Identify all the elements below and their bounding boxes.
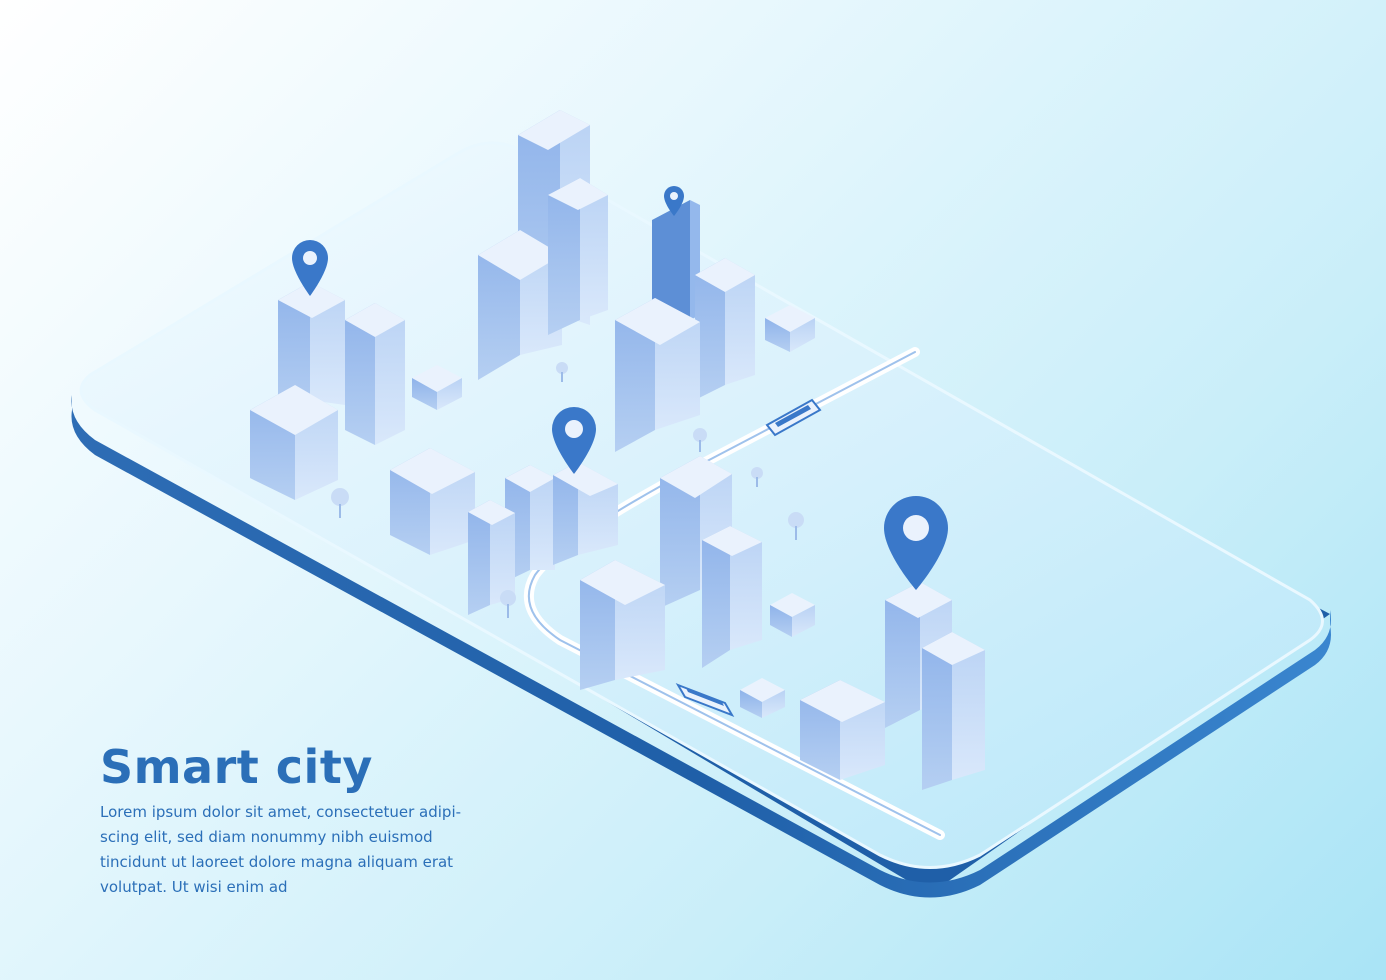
- body-line-3: tincidunt ut laoreet dolore magna aliqua…: [100, 853, 454, 871]
- body-text: Lorem ipsum dolor sit amet, consectetuer…: [100, 800, 520, 900]
- body-line-4: volutpat. Ut wisi enim ad: [100, 878, 288, 896]
- body-line-1: Lorem ipsum dolor sit amet, consectetuer…: [100, 803, 462, 821]
- body-line-2: scing elit, sed diam nonummy nibh euismo…: [100, 828, 433, 846]
- text-block: Smart city Lorem ipsum dolor sit amet, c…: [100, 740, 520, 900]
- page-title: Smart city: [100, 740, 373, 794]
